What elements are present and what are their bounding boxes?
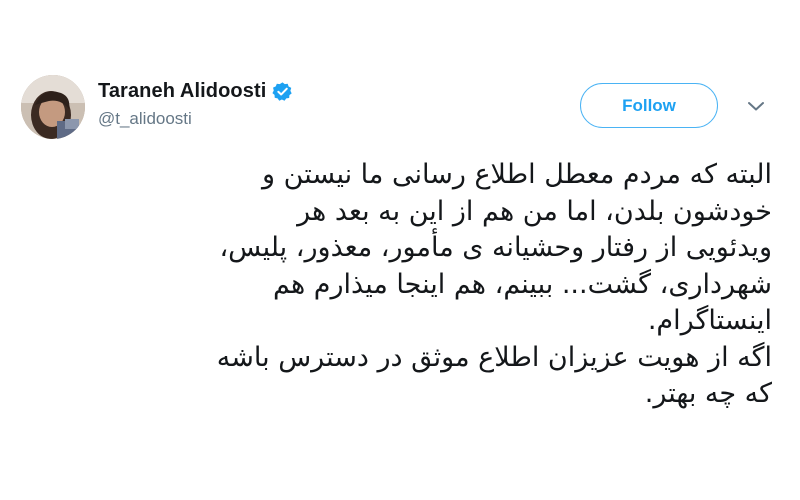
tweet-line: ویدئویی از رفتار وحشیانه ی مأمور، معذور،…: [219, 232, 772, 263]
verified-badge-icon: [272, 81, 293, 102]
display-name[interactable]: Taraneh Alidoosti: [98, 80, 266, 103]
chevron-down-icon[interactable]: [745, 98, 767, 114]
name-row: Taraneh Alidoosti: [98, 80, 293, 103]
tweet-text: البته که مردم معطل اطلاع رسانی ما نیستن …: [30, 157, 772, 413]
avatar[interactable]: [21, 75, 85, 139]
tweet-line: اگه از هویت عزیزان اطلاع موثق در دسترس ب…: [216, 341, 772, 373]
tweet-line: البته که مردم معطل اطلاع رسانی ما نیستن …: [262, 159, 772, 190]
user-info: Taraneh Alidoosti @t_alidoosti: [98, 80, 293, 129]
profile-photo: [21, 75, 85, 139]
follow-button[interactable]: Follow: [580, 83, 718, 128]
tweet-line: خودشون بلدن، اما من هم از این به بعد هر: [297, 195, 772, 227]
user-handle[interactable]: @t_alidoosti: [98, 109, 293, 129]
tweet-card: Taraneh Alidoosti @t_alidoosti Follow ال…: [0, 0, 800, 500]
tweet-line: که چه بهتر.: [644, 378, 772, 409]
tweet-line: اینستاگرام.: [647, 305, 772, 336]
tweet-line: شهرداری، گشت... ببینم، هم اینجا میذارم ه…: [273, 268, 772, 300]
